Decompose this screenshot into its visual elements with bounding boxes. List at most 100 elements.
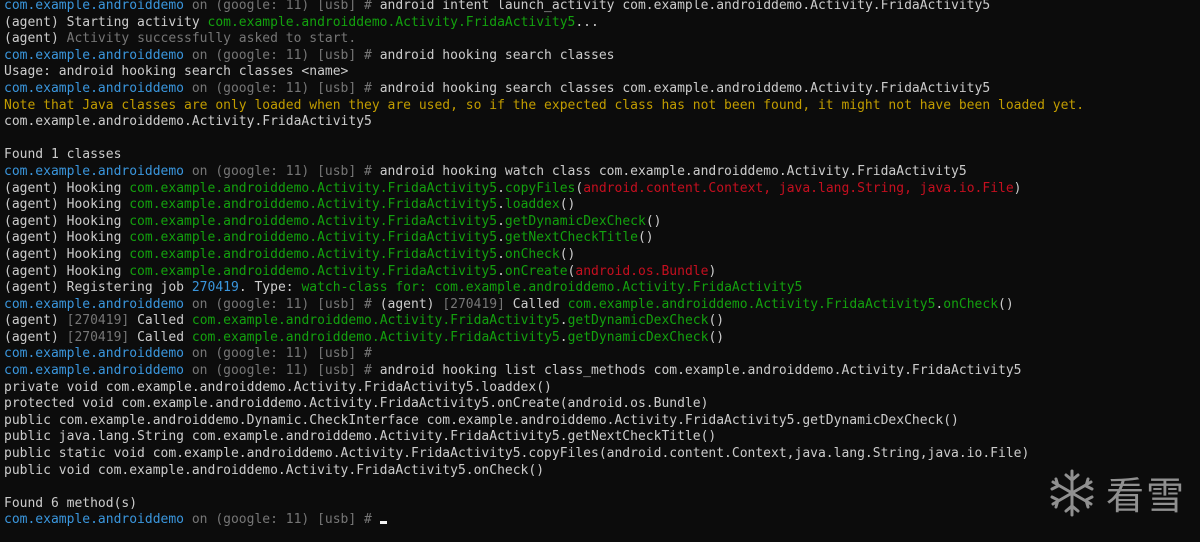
terminal-text-segment: (agent) Hooking	[4, 180, 130, 196]
terminal-text-segment: Note that Java classes are only loaded w…	[4, 97, 1085, 113]
terminal-text-segment: ()	[559, 197, 576, 213]
terminal-text-segment: com.example.androiddemo	[4, 47, 185, 63]
terminal-text-segment: com.example.androiddemo.Activity.FridaAc…	[129, 246, 498, 262]
terminal-text-segment: com.example.androiddemo	[4, 512, 185, 528]
terminal-text-segment: (agent) Starting activity	[4, 14, 208, 30]
terminal-text-segment: public java.lang.String com.example.andr…	[4, 429, 717, 445]
terminal-text-segment: ()	[998, 296, 1014, 312]
terminal-text-segment: com.example.androiddemo	[4, 0, 185, 13]
terminal-text-segment: private void com.example.androiddemo.Act…	[4, 379, 552, 395]
terminal-text-segment: on (google: 11) [usb] #	[184, 163, 380, 179]
terminal-text-segment: [270419]	[66, 329, 130, 345]
watermark: 看雪	[1046, 465, 1186, 520]
terminal-text-segment: android intent launch_activity com.examp…	[379, 0, 991, 13]
terminal-text-segment: com.example.androiddemo.Activity.FridaAc…	[129, 213, 498, 229]
terminal-text-segment: [270419]	[442, 296, 505, 312]
terminal-text-segment: (agent)	[379, 296, 443, 312]
snowflake-icon	[1050, 469, 1094, 516]
terminal-text-segment: ()	[559, 246, 576, 262]
terminal-text-segment: com.example.androiddemo.Activity.FridaAc…	[129, 180, 498, 196]
text-cursor	[379, 521, 387, 525]
terminal-text-segment: getDynamicDexCheck	[567, 313, 709, 329]
terminal-text-segment: (agent) Hooking	[4, 263, 130, 279]
terminal-text-segment: (agent) Hooking	[4, 213, 130, 229]
terminal-text-segment: android hooking list class_methods com.e…	[379, 363, 1022, 379]
terminal-text-segment: ...	[575, 14, 599, 30]
terminal-text-segment: .	[497, 263, 505, 279]
terminal-text-segment: copyFiles	[504, 180, 576, 196]
terminal-text-segment: com.example.androiddemo	[4, 346, 185, 362]
terminal-text-segment: android.os.Bundle	[575, 263, 709, 279]
terminal-text-segment: com.example.androiddemo	[4, 80, 185, 96]
terminal-text-segment: ()	[708, 329, 725, 345]
terminal-text-segment: public void com.example.androiddemo.Acti…	[4, 462, 545, 478]
terminal-text-segment: Activity successfully asked to start.	[66, 31, 357, 47]
terminal-text-segment: com.example.androiddemo.Activity.FridaAc…	[129, 230, 498, 246]
terminal-line: public java.lang.String com.example.andr…	[4, 429, 1196, 446]
terminal-line: com.example.androiddemo.Activity.FridaAc…	[4, 114, 1196, 131]
terminal-text-segment: .	[497, 213, 505, 229]
terminal-line: public void com.example.androiddemo.Acti…	[4, 463, 1196, 480]
terminal-text-segment: .	[497, 230, 505, 246]
terminal-text-segment: Called	[504, 296, 568, 312]
terminal-text-segment: (agent) Registering job	[4, 280, 192, 296]
terminal-text-segment: onCreate	[504, 263, 568, 279]
terminal-text-segment: on (google: 11) [usb] #	[184, 0, 380, 13]
terminal-text-segment: ()	[637, 230, 654, 246]
terminal-text-segment: (agent)	[4, 31, 67, 47]
terminal-text-segment: Found 6 method(s)	[4, 495, 138, 511]
terminal-text-segment: com.example.androiddemo.Activity.FridaAc…	[191, 313, 560, 329]
terminal-text-segment: protected void com.example.androiddemo.A…	[4, 396, 709, 412]
terminal-text-segment: (agent) Hooking	[4, 230, 130, 246]
terminal-line: com.example.androiddemo on (google: 11) …	[4, 0, 1196, 15]
terminal-text-segment: Found 1 classes	[4, 147, 122, 163]
terminal-text-segment: 270419	[191, 280, 239, 296]
terminal-text-segment: public static void com.example.androidde…	[4, 446, 1030, 462]
terminal-text-segment: on (google: 11) [usb] #	[184, 47, 380, 63]
terminal-text-segment: .	[559, 313, 568, 329]
terminal-text-segment: )	[708, 263, 717, 279]
terminal-line: Found 6 method(s)	[4, 496, 1196, 513]
terminal-line: com.example.androiddemo on (google: 11) …	[4, 512, 1196, 529]
terminal-line: com.example.androiddemo on (google: 11) …	[4, 81, 1196, 98]
terminal-text-segment: )	[1013, 180, 1022, 196]
terminal-text-segment: android hooking search classes	[379, 47, 615, 63]
terminal-text-segment: watch-class for: com.example.androiddemo…	[301, 280, 803, 296]
terminal-text-segment: .	[559, 329, 568, 345]
terminal-line: Usage: android hooking search classes <n…	[4, 64, 1196, 81]
terminal-text-segment: com.example.androiddemo.Activity.FridaAc…	[129, 263, 498, 279]
terminal-text-segment: .	[497, 246, 505, 262]
terminal-line: private void com.example.androiddemo.Act…	[4, 380, 1196, 397]
terminal-line: Note that Java classes are only loaded w…	[4, 98, 1196, 115]
terminal-line: public com.example.androiddemo.Dynamic.C…	[4, 413, 1196, 430]
terminal-text-segment: .	[497, 197, 505, 213]
terminal-text-segment: com.example.androiddemo.Activity.FridaAc…	[567, 296, 936, 312]
terminal-text-segment: com.example.androiddemo	[4, 163, 185, 179]
terminal-text-segment: (agent) Hooking	[4, 197, 130, 213]
terminal-text-segment: loaddex	[504, 197, 560, 213]
terminal-text-segment: ()	[708, 313, 725, 329]
terminal-text-segment: getDynamicDexCheck	[504, 213, 646, 229]
terminal-output[interactable]: com.example.androiddemo on (google: 11) …	[4, 0, 1196, 529]
terminal-line: com.example.androiddemo on (google: 11) …	[4, 346, 1196, 363]
terminal-line: (agent) Registering job 270419. Type: wa…	[4, 280, 1196, 297]
terminal-line: (agent) Hooking com.example.androiddemo.…	[4, 197, 1196, 214]
terminal-text-segment: getDynamicDexCheck	[567, 329, 709, 345]
terminal-text-segment: Usage: android hooking search classes <n…	[4, 64, 349, 80]
terminal-line: protected void com.example.androiddemo.A…	[4, 396, 1196, 413]
terminal-text-segment: android hooking search classes com.examp…	[379, 80, 991, 96]
terminal-line: (agent) Hooking com.example.androiddemo.…	[4, 247, 1196, 264]
terminal-text-segment: on (google: 11) [usb] #	[184, 296, 380, 312]
terminal-text-segment: on (google: 11) [usb] #	[184, 346, 372, 362]
terminal-text-segment: on (google: 11) [usb] #	[184, 363, 380, 379]
terminal-line: com.example.androiddemo on (google: 11) …	[4, 363, 1196, 380]
terminal-text-segment: ()	[645, 213, 662, 229]
watermark-text: 看雪	[1105, 474, 1186, 518]
terminal-text-segment: .	[497, 180, 505, 196]
terminal-text-segment: android hooking watch class com.example.…	[379, 163, 967, 179]
terminal-line: (agent) Activity successfully asked to s…	[4, 31, 1196, 48]
terminal-line: (agent) [270419] Called com.example.andr…	[4, 330, 1196, 347]
terminal-text-segment: . Type:	[238, 280, 302, 296]
